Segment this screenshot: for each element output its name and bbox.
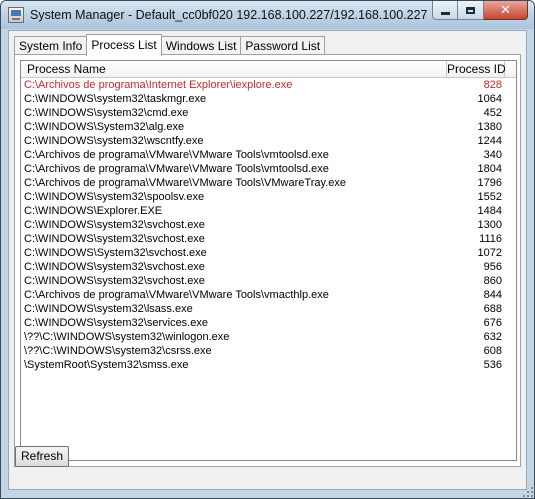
minimize-icon [440,11,450,15]
process-name-cell: C:\Archivos de programa\VMware\VMware To… [24,149,329,161]
process-id-cell: 1804 [477,163,502,175]
close-button[interactable]: ✕ [484,1,528,20]
caption-buttons: ✕ [432,1,528,21]
process-id-cell: 860 [483,275,502,287]
process-name-cell: C:\WINDOWS\system32\svchost.exe [24,261,205,273]
process-id-cell: 844 [483,289,502,301]
process-id-cell: 1796 [477,177,502,189]
process-name-cell: C:\WINDOWS\system32\lsass.exe [24,303,193,315]
table-row[interactable]: C:\Archivos de programa\Internet Explore… [21,78,505,92]
process-name-cell: C:\Archivos de programa\VMware\VMware To… [24,177,346,189]
process-id-cell: 632 [483,331,502,343]
tab-strip: System Info Process List Windows List Pa… [14,34,326,56]
process-list-view[interactable]: Process Name Process ID C:\Archivos de p… [20,60,517,461]
process-id-cell: 1552 [477,191,502,203]
process-name-cell: C:\WINDOWS\system32\svchost.exe [24,233,205,245]
process-id-cell: 828 [483,79,502,91]
tab-system-info[interactable]: System Info [14,36,88,55]
process-id-cell: 340 [483,149,502,161]
process-name-cell: C:\WINDOWS\System32\svchost.exe [24,247,207,259]
process-id-cell: 536 [483,359,502,371]
process-name-cell: C:\WINDOWS\system32\svchost.exe [24,219,205,231]
table-row[interactable]: C:\WINDOWS\system32\svchost.exe 1116 [21,232,505,246]
process-name-cell: C:\WINDOWS\system32\cmd.exe [24,107,189,119]
process-list-panel: Process Name Process ID C:\Archivos de p… [14,54,521,467]
process-id-cell: 1380 [477,121,502,133]
table-row[interactable]: C:\WINDOWS\system32\spoolsv.exe 1552 [21,190,505,204]
process-id-cell: 676 [483,317,502,329]
process-id-cell: 1244 [477,135,502,147]
process-name-cell: C:\Archivos de programa\VMware\VMware To… [24,163,329,175]
table-row[interactable]: C:\Archivos de programa\VMware\VMware To… [21,162,505,176]
table-row[interactable]: C:\WINDOWS\System32\svchost.exe 1072 [21,246,505,260]
table-row[interactable]: \??\C:\WINDOWS\system32\csrss.exe 608 [21,344,505,358]
process-name-cell: C:\WINDOWS\system32\svchost.exe [24,275,205,287]
process-name-cell: \??\C:\WINDOWS\system32\winlogon.exe [24,331,230,343]
process-name-cell: \??\C:\WINDOWS\system32\csrss.exe [24,345,212,357]
window-title: System Manager - Default_cc0bf020 192.16… [30,8,428,22]
table-row[interactable]: C:\WINDOWS\system32\services.exe 676 [21,316,505,330]
tab-windows-list[interactable]: Windows List [160,36,242,55]
process-name-cell: C:\Archivos de programa\VMware\VMware To… [24,289,329,301]
process-name-cell: C:\WINDOWS\System32\alg.exe [24,121,185,133]
table-row[interactable]: \??\C:\WINDOWS\system32\winlogon.exe 632 [21,330,505,344]
table-row[interactable]: C:\WINDOWS\system32\taskmgr.exe 1064 [21,92,505,106]
maximize-button[interactable] [458,1,484,20]
maximize-icon [466,6,475,14]
list-header: Process Name Process ID [21,61,516,78]
table-row[interactable]: C:\Archivos de programa\VMware\VMware To… [21,288,505,302]
process-name-cell: C:\WINDOWS\system32\services.exe [24,317,208,329]
process-id-cell: 956 [483,261,502,273]
process-id-cell: 1116 [479,233,502,245]
close-icon: ✕ [500,2,511,18]
column-header-process-id[interactable]: Process ID [447,61,506,78]
table-row[interactable]: C:\WINDOWS\system32\wscntfy.exe 1244 [21,134,505,148]
process-name-cell: \SystemRoot\System32\smss.exe [24,359,189,371]
minimize-button[interactable] [432,1,458,20]
column-header-filler [505,61,516,78]
process-rows: C:\Archivos de programa\Internet Explore… [21,78,505,372]
table-row[interactable]: C:\Archivos de programa\VMware\VMware To… [21,176,505,190]
process-id-cell: 1484 [477,205,502,217]
table-row[interactable]: C:\WINDOWS\system32\cmd.exe 452 [21,106,505,120]
table-row[interactable]: C:\WINDOWS\system32\svchost.exe 1300 [21,218,505,232]
system-manager-window: System Manager - Default_cc0bf020 192.16… [0,0,535,499]
process-id-cell: 608 [483,345,502,357]
resize-grip[interactable] [522,486,533,497]
process-name-cell: C:\Archivos de programa\Internet Explore… [24,79,293,91]
tab-process-list[interactable]: Process List [86,34,162,56]
table-row[interactable]: C:\Archivos de programa\VMware\VMware To… [21,148,505,162]
table-row[interactable]: C:\WINDOWS\System32\alg.exe 1380 [21,120,505,134]
table-row[interactable]: C:\WINDOWS\system32\svchost.exe 860 [21,274,505,288]
process-id-cell: 1064 [477,93,502,105]
table-row[interactable]: C:\WINDOWS\system32\lsass.exe 688 [21,302,505,316]
process-name-cell: C:\WINDOWS\system32\taskmgr.exe [24,93,207,105]
process-id-cell: 1300 [477,219,502,231]
table-row[interactable]: C:\WINDOWS\system32\svchost.exe 956 [21,260,505,274]
process-id-cell: 1072 [477,247,502,259]
table-row[interactable]: \SystemRoot\System32\smss.exe 536 [21,358,505,372]
column-header-process-name[interactable]: Process Name [21,61,447,78]
process-name-cell: C:\WINDOWS\system32\wscntfy.exe [24,135,204,147]
process-id-cell: 688 [483,303,502,315]
table-row[interactable]: C:\WINDOWS\Explorer.EXE 1484 [21,204,505,218]
client-area: System Info Process List Windows List Pa… [8,30,527,490]
process-name-cell: C:\WINDOWS\Explorer.EXE [24,205,163,217]
process-name-cell: C:\WINDOWS\system32\spoolsv.exe [24,191,205,203]
process-id-cell: 452 [483,107,502,119]
app-window-icon[interactable] [8,7,24,23]
refresh-button[interactable]: Refresh [15,446,69,467]
tab-password-list[interactable]: Password List [240,36,326,55]
title-bar[interactable]: System Manager - Default_cc0bf020 192.16… [1,1,534,29]
